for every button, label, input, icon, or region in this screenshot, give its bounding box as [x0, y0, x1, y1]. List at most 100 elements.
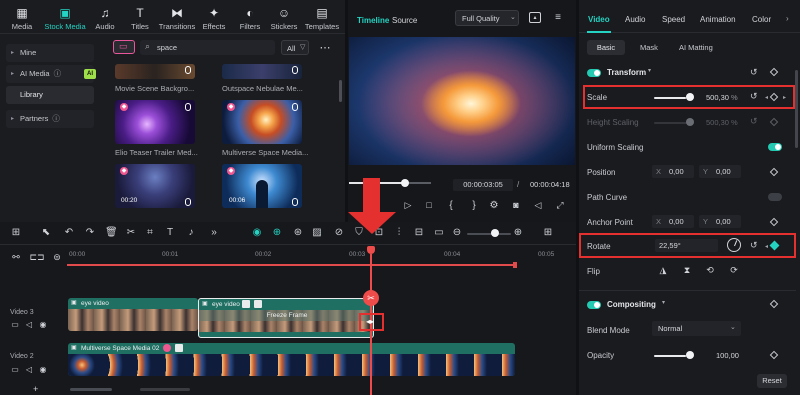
- split-icon[interactable]: ✂: [125, 227, 137, 239]
- reset-icon[interactable]: ↺: [750, 91, 758, 102]
- folder-icon[interactable]: ▭: [10, 319, 20, 329]
- sidebar-item-mine[interactable]: ▸ Mine: [6, 44, 94, 62]
- track-add-icon[interactable]: ⊏⊐: [29, 252, 44, 262]
- camera-icon[interactable]: ◙: [510, 199, 522, 211]
- chevron-down-icon[interactable]: ▾: [648, 67, 651, 74]
- split-at-playhead-button[interactable]: ✂: [363, 290, 379, 306]
- position-y-field[interactable]: Y 0,00: [699, 165, 741, 178]
- inspector-tab-audio[interactable]: Audio: [625, 15, 645, 24]
- subtab-mask[interactable]: Mask: [640, 43, 658, 52]
- snapshot-icon[interactable]: ▴: [529, 12, 541, 23]
- clip-trim-handle-icon[interactable]: ◂▸: [366, 317, 374, 326]
- reset-icon[interactable]: ↺: [750, 67, 758, 78]
- tab-timeline[interactable]: Timeline: [357, 16, 389, 25]
- play-icon[interactable]: ▷: [402, 199, 414, 211]
- sidebar-item-library[interactable]: Library: [6, 86, 94, 104]
- compositing-toggle[interactable]: [587, 301, 601, 309]
- layout-icon[interactable]: ⊞: [10, 227, 22, 239]
- chevron-down-icon[interactable]: ▾: [662, 299, 665, 306]
- favorites-button[interactable]: ▭: [113, 40, 135, 54]
- flip-horizontal-icon[interactable]: ◮: [656, 264, 670, 276]
- thumbnail-2[interactable]: [222, 64, 302, 79]
- uniform-scaling-toggle[interactable]: [768, 143, 782, 151]
- prev-keyframe-icon[interactable]: ◂: [765, 94, 768, 101]
- inspector-tab-animation[interactable]: Animation: [700, 15, 736, 24]
- image-icon[interactable]: ▨: [311, 227, 323, 239]
- mark-out-icon[interactable]: }: [468, 199, 480, 211]
- volume-icon[interactable]: ◁: [532, 199, 544, 211]
- inspector-tab-color[interactable]: Color: [752, 15, 771, 24]
- anchor-y-field[interactable]: Y 0,00: [699, 215, 741, 228]
- tab-media[interactable]: ▦ Media: [6, 6, 38, 31]
- speed-icon[interactable]: ⊘: [333, 227, 345, 239]
- add-track-icon[interactable]: +: [33, 384, 38, 394]
- audio-tool-icon[interactable]: ♪: [185, 227, 197, 239]
- scale-value[interactable]: 500,30 %: [706, 93, 738, 102]
- tab-filters[interactable]: ◐ Filters: [234, 6, 266, 31]
- fullscreen-icon[interactable]: ⤢: [554, 199, 566, 211]
- more-tabs-icon[interactable]: ›: [786, 14, 789, 23]
- clip-eye-video-1[interactable]: ▣ eye video: [68, 298, 198, 331]
- crop-icon[interactable]: ⌗: [144, 227, 156, 239]
- rotate-right-icon[interactable]: ⟳: [727, 264, 741, 276]
- clip-eye-video-2[interactable]: ▣ eye video Freeze Frame: [198, 298, 374, 338]
- caption-icon[interactable]: ⊟: [413, 227, 425, 239]
- sidebar-item-partners[interactable]: ▸ Partners ⓘ: [6, 110, 94, 128]
- zoom-in-icon[interactable]: ⊕: [512, 227, 524, 239]
- zoom-slider-track[interactable]: [467, 233, 511, 235]
- tab-titles[interactable]: T Titles: [124, 6, 156, 31]
- playhead-handle[interactable]: [367, 246, 375, 254]
- snap-icon[interactable]: ⊕: [271, 227, 283, 239]
- rotate-dial[interactable]: [727, 238, 741, 252]
- redo-icon[interactable]: ↷: [84, 227, 96, 239]
- opacity-slider-knob[interactable]: [686, 351, 694, 359]
- progress-knob[interactable]: [401, 179, 409, 187]
- blend-mode-dropdown[interactable]: Normal ⌄: [652, 321, 741, 336]
- rotate-field[interactable]: 22,59°: [655, 239, 718, 252]
- audio-icon[interactable]: ◁: [24, 319, 34, 329]
- tab-templates[interactable]: ▤ Templates: [304, 6, 340, 31]
- audio-icon[interactable]: ◁: [24, 364, 34, 374]
- quality-dropdown[interactable]: Full Quality ⌄: [455, 10, 519, 26]
- transform-toggle[interactable]: [587, 69, 601, 77]
- prev-keyframe-icon[interactable]: ◂: [765, 243, 768, 250]
- scale-slider-knob[interactable]: [686, 93, 694, 101]
- settings-icon[interactable]: ⚙: [488, 199, 500, 211]
- link-icon[interactable]: ⚯: [10, 252, 22, 262]
- filter-dropdown[interactable]: All ▽: [281, 40, 309, 55]
- flip-vertical-icon[interactable]: ⧗: [680, 264, 694, 276]
- marker-icon[interactable]: ⊛: [292, 227, 304, 239]
- zoom-out-icon[interactable]: ⊖: [451, 227, 463, 239]
- eye-icon[interactable]: ◉: [38, 364, 48, 374]
- audio-track-icon[interactable]: ⊜: [51, 252, 63, 262]
- clip-multiverse-space[interactable]: ▣ Multiverse Space Media 02: [68, 343, 515, 376]
- media-scrollbar[interactable]: [339, 80, 342, 102]
- text-tool-icon[interactable]: T: [164, 227, 176, 239]
- thumbnail-1[interactable]: [115, 64, 195, 79]
- undo-icon[interactable]: ↶: [63, 227, 75, 239]
- subtab-ai-matting[interactable]: AI Matting: [679, 43, 713, 52]
- tab-stock-media[interactable]: ▣ Stock Media: [43, 6, 87, 31]
- eye-icon[interactable]: ◉: [38, 319, 48, 329]
- more-icon[interactable]: ⋯: [318, 40, 332, 54]
- next-keyframe-icon[interactable]: ▸: [783, 94, 786, 101]
- sidebar-item-ai-media[interactable]: ▸ AI Media ⓘ AI: [6, 65, 96, 83]
- rotate-left-icon[interactable]: ⟲: [703, 264, 717, 276]
- reset-icon[interactable]: ↺: [750, 240, 758, 251]
- tab-stickers[interactable]: ☺ Stickers: [268, 6, 300, 31]
- more-tools-icon[interactable]: »: [208, 227, 220, 239]
- screen-icon[interactable]: ▭: [433, 227, 445, 239]
- tab-transitions[interactable]: ⧓ Transitions: [158, 6, 196, 31]
- anchor-x-field[interactable]: X 0,00: [652, 215, 694, 228]
- mark-in-icon[interactable]: {: [445, 199, 457, 211]
- path-curve-toggle[interactable]: [768, 193, 782, 201]
- reset-button[interactable]: Reset: [757, 374, 787, 388]
- stop-icon[interactable]: □: [423, 199, 435, 211]
- inspector-tab-video[interactable]: Video: [588, 15, 610, 24]
- timeline-scrollbar[interactable]: [70, 388, 112, 391]
- select-tool-icon[interactable]: ⬉: [40, 227, 52, 239]
- opacity-value[interactable]: 100,00: [716, 351, 739, 360]
- inspector-scrollbar[interactable]: [795, 70, 798, 148]
- folder-icon[interactable]: ▭: [10, 364, 20, 374]
- time-ruler[interactable]: 00:00 00:01 00:02 00:03 00:04 00:05: [67, 246, 576, 266]
